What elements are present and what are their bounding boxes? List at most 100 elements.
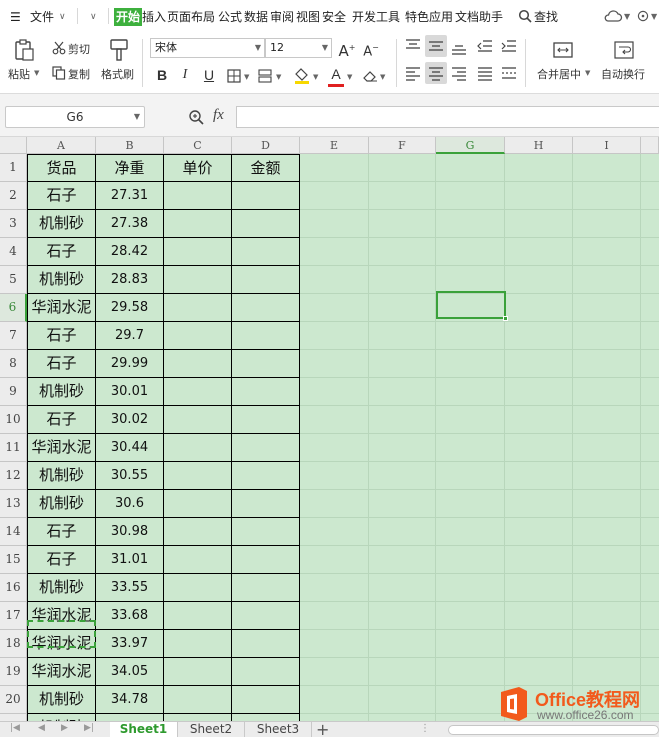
table-cell-a8[interactable]: 石子 <box>27 350 96 378</box>
tab-split-handle[interactable]: ⋮ <box>420 723 430 734</box>
table-cell-b9[interactable]: 30.01 <box>96 378 164 406</box>
table-cell-c12[interactable] <box>164 462 232 490</box>
tab-page-layout[interactable]: 页面布局 <box>167 8 215 26</box>
table-cell-a3[interactable]: 机制砂 <box>27 210 96 238</box>
table-cell-c8[interactable] <box>164 350 232 378</box>
table-cell-d6[interactable] <box>232 294 300 322</box>
table-cell-c5[interactable] <box>164 266 232 294</box>
wrap-text-icon[interactable] <box>613 39 635 61</box>
distributed-align-icon[interactable] <box>498 62 520 84</box>
table-cell-d9[interactable] <box>232 378 300 406</box>
table-cell-b14[interactable]: 30.98 <box>96 518 164 546</box>
table-cell-a14[interactable]: 石子 <box>27 518 96 546</box>
file-menu-chevron-icon[interactable]: ∨ <box>59 8 66 26</box>
fill-color-icon[interactable] <box>293 66 311 84</box>
table-cell-a21[interactable]: 机制砂 <box>27 714 96 721</box>
table-cell-d5[interactable] <box>232 266 300 294</box>
font-size-select[interactable]: 12 ▼ <box>265 38 332 58</box>
tab-start[interactable]: 开始 <box>114 8 143 26</box>
row-header-11[interactable]: 11 <box>0 434 27 462</box>
table-cell-d8[interactable] <box>232 350 300 378</box>
row-header-5[interactable]: 5 <box>0 266 27 294</box>
italic-button[interactable]: I <box>174 64 196 86</box>
bold-button[interactable]: B <box>151 64 173 86</box>
align-right-icon[interactable] <box>448 62 470 84</box>
table-cell-a2[interactable]: 石子 <box>27 182 96 210</box>
cloud-chevron-icon[interactable]: ▼ <box>624 8 630 26</box>
table-header-cell[interactable]: 货品 <box>27 154 96 182</box>
name-box[interactable]: G6 ▼ <box>5 106 145 128</box>
more-chevron-icon[interactable]: ▼ <box>651 8 657 26</box>
column-header-e[interactable]: E <box>300 137 369 154</box>
fill-handle[interactable] <box>503 316 508 321</box>
last-sheet-icon[interactable]: ▶| <box>84 723 94 733</box>
table-cell-b4[interactable]: 28.42 <box>96 238 164 266</box>
table-cell-b3[interactable]: 27.38 <box>96 210 164 238</box>
selected-cell[interactable] <box>436 291 508 321</box>
align-center-icon[interactable] <box>425 62 447 84</box>
align-left-icon[interactable] <box>402 62 424 84</box>
wrap-text-button[interactable]: 自动换行 <box>601 66 645 82</box>
tab-developer[interactable]: 开发工具 <box>352 8 400 26</box>
row-header-17[interactable]: 17 <box>0 602 27 630</box>
table-cell-c10[interactable] <box>164 406 232 434</box>
merge-center-button[interactable]: 合并居中 <box>537 66 581 82</box>
table-cell-d10[interactable] <box>232 406 300 434</box>
format-painter-button[interactable]: 格式刷 <box>101 66 134 82</box>
row-header-10[interactable]: 10 <box>0 406 27 434</box>
table-cell-b12[interactable]: 30.55 <box>96 462 164 490</box>
cell-style-icon[interactable] <box>258 69 274 83</box>
formula-input[interactable] <box>236 106 659 128</box>
table-cell-b18[interactable]: 33.97 <box>96 630 164 658</box>
hamburger-menu-icon[interactable]: ☰ <box>10 8 21 26</box>
table-cell-d2[interactable] <box>232 182 300 210</box>
font-color-chevron-icon[interactable]: ▼ <box>347 73 352 81</box>
cloud-sync-icon[interactable] <box>603 9 623 23</box>
search-label[interactable]: 查找 <box>534 8 558 26</box>
insert-function-button[interactable]: fx <box>213 107 224 124</box>
table-cell-d19[interactable] <box>232 658 300 686</box>
table-cell-b8[interactable]: 29.99 <box>96 350 164 378</box>
tab-review[interactable]: 审阅 <box>270 8 294 26</box>
tab-view[interactable]: 视图 <box>296 8 320 26</box>
table-cell-c2[interactable] <box>164 182 232 210</box>
column-header-a[interactable]: A <box>27 137 96 154</box>
row-header-15[interactable]: 15 <box>0 546 27 574</box>
tab-insert[interactable]: 插入 <box>142 8 166 26</box>
underline-button[interactable]: U <box>198 64 220 86</box>
select-all-corner[interactable] <box>0 137 27 154</box>
fill-color-chevron-icon[interactable]: ▼ <box>313 73 318 81</box>
table-header-cell[interactable]: 单价 <box>164 154 232 182</box>
table-cell-a6[interactable]: 华润水泥 <box>27 294 96 322</box>
table-cell-c18[interactable] <box>164 630 232 658</box>
table-cell-b17[interactable]: 33.68 <box>96 602 164 630</box>
table-header-cell[interactable]: 净重 <box>96 154 164 182</box>
column-header-i[interactable]: I <box>573 137 641 154</box>
table-cell-d3[interactable] <box>232 210 300 238</box>
row-header-4[interactable]: 4 <box>0 238 27 266</box>
row-header-7[interactable]: 7 <box>0 322 27 350</box>
prev-sheet-icon[interactable]: ◀ <box>38 723 45 733</box>
row-header-1[interactable]: 1 <box>0 154 27 182</box>
row-header-20[interactable]: 20 <box>0 686 27 714</box>
table-cell-c11[interactable] <box>164 434 232 462</box>
format-painter-icon[interactable] <box>108 38 130 62</box>
paste-button[interactable]: 粘贴 <box>8 66 30 82</box>
table-cell-d20[interactable] <box>232 686 300 714</box>
tab-data[interactable]: 数据 <box>244 8 268 26</box>
row-header-16[interactable]: 16 <box>0 574 27 602</box>
paste-icon[interactable] <box>12 38 36 62</box>
row-header-19[interactable]: 19 <box>0 658 27 686</box>
column-header-h[interactable]: H <box>505 137 573 154</box>
table-cell-b16[interactable]: 33.55 <box>96 574 164 602</box>
add-sheet-icon[interactable]: + <box>316 720 329 737</box>
table-cell-b19[interactable]: 34.05 <box>96 658 164 686</box>
column-header-c[interactable]: C <box>164 137 232 154</box>
table-cell-c20[interactable] <box>164 686 232 714</box>
table-cell-b20[interactable]: 34.78 <box>96 686 164 714</box>
row-header-18[interactable]: 18 <box>0 630 27 658</box>
row-header-9[interactable]: 9 <box>0 378 27 406</box>
row-header-12[interactable]: 12 <box>0 462 27 490</box>
table-cell-c9[interactable] <box>164 378 232 406</box>
tab-security[interactable]: 安全 <box>322 8 346 26</box>
